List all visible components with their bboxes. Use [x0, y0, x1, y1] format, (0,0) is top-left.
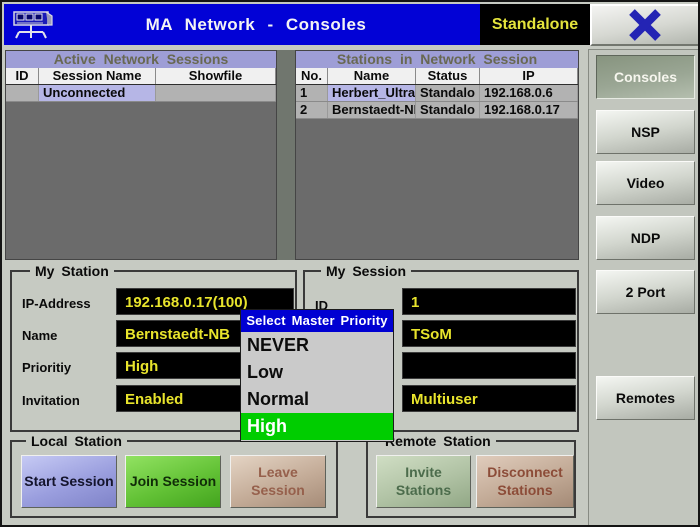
cell-station-no[interactable]: 2	[296, 102, 328, 118]
label-ip-address: IP-Address	[22, 296, 91, 311]
station-row-2[interactable]: 2 Bernstaedt-NB Standalo 192.168.0.17	[296, 102, 578, 119]
sidebar-button-consoles[interactable]: Consoles	[596, 55, 695, 99]
col-header-name[interactable]: Name	[328, 68, 416, 84]
close-icon	[624, 8, 666, 42]
stations-panel: Stations in Network Session No. Name Sta…	[295, 50, 579, 260]
cell-station-ip[interactable]: 192.168.0.17	[480, 102, 578, 118]
remote-station-group: Remote Station Invite Stations Disconnec…	[366, 440, 576, 518]
close-button[interactable]	[590, 4, 700, 46]
col-header-no[interactable]: No.	[296, 68, 328, 84]
sidebar: Consoles NSP Video NDP 2 Port Remotes	[588, 49, 700, 525]
field-session-showfile[interactable]	[402, 352, 576, 379]
network-console-icon	[10, 8, 58, 42]
title-bar: MA Network - Consoles	[4, 4, 480, 45]
cell-station-name[interactable]: Bernstaedt-NB	[328, 102, 416, 118]
sidebar-button-2port[interactable]: 2 Port	[596, 270, 695, 314]
station-row-1[interactable]: 1 Herbert_Ultra Standalo 192.168.0.6	[296, 85, 578, 102]
field-session-mode[interactable]: Multiuser	[402, 385, 576, 412]
standalone-mode-badge: Standalone	[480, 4, 590, 45]
leave-session-button[interactable]: Leave Session	[230, 455, 326, 508]
panel-divider	[277, 50, 295, 260]
my-session-legend: My Session	[321, 263, 411, 279]
priority-option-low[interactable]: Low	[241, 359, 393, 386]
cell-station-status[interactable]: Standalo	[416, 85, 480, 101]
active-sessions-panel: Active Network Sessions ID Session Name …	[5, 50, 277, 260]
window-title: MA Network - Consoles	[4, 15, 480, 35]
label-priority: Prioritiy	[22, 360, 71, 375]
cell-session-id[interactable]	[6, 85, 39, 101]
ma-network-window: MA Network - Consoles Standalone Active …	[0, 0, 700, 527]
local-station-group: Local Station Start Session Join Session…	[10, 440, 338, 518]
disconnect-stations-button[interactable]: Disconnect Stations	[476, 455, 574, 508]
stations-header: No. Name Status IP	[296, 68, 578, 85]
col-header-id[interactable]: ID	[6, 68, 39, 84]
join-session-button[interactable]: Join Session	[125, 455, 221, 508]
cell-session-showfile[interactable]	[156, 85, 276, 101]
field-session-id[interactable]: 1	[402, 288, 576, 315]
col-header-ip[interactable]: IP	[480, 68, 578, 84]
priority-option-never[interactable]: NEVER	[241, 332, 393, 359]
sidebar-button-remotes[interactable]: Remotes	[596, 376, 695, 420]
session-row-unconnected[interactable]: Unconnected	[6, 85, 276, 102]
label-invitation: Invitation	[22, 393, 80, 408]
cell-station-ip[interactable]: 192.168.0.6	[480, 85, 578, 101]
cell-station-no[interactable]: 1	[296, 85, 328, 101]
cell-station-status[interactable]: Standalo	[416, 102, 480, 118]
start-session-button[interactable]: Start Session	[21, 455, 117, 508]
active-sessions-title: Active Network Sessions	[6, 51, 276, 68]
remote-station-legend: Remote Station	[380, 433, 496, 449]
select-master-priority-popup: Select Master Priority NEVER Low Normal …	[240, 309, 394, 442]
cell-session-name[interactable]: Unconnected	[39, 85, 156, 101]
field-session-name[interactable]: TSoM	[402, 320, 576, 347]
col-header-showfile[interactable]: Showfile	[156, 68, 276, 84]
col-header-status[interactable]: Status	[416, 68, 480, 84]
local-station-legend: Local Station	[26, 433, 127, 449]
priority-option-normal[interactable]: Normal	[241, 386, 393, 413]
my-station-legend: My Station	[30, 263, 114, 279]
sidebar-button-video[interactable]: Video	[596, 161, 695, 205]
cell-station-name[interactable]: Herbert_Ultra	[328, 85, 416, 101]
invite-stations-button[interactable]: Invite Stations	[376, 455, 471, 508]
priority-option-high[interactable]: High	[241, 413, 393, 440]
col-header-session-name[interactable]: Session Name	[39, 68, 156, 84]
active-sessions-header: ID Session Name Showfile	[6, 68, 276, 85]
popup-title: Select Master Priority	[241, 310, 393, 332]
label-name: Name	[22, 328, 57, 343]
stations-title: Stations in Network Session	[296, 51, 578, 68]
sidebar-button-nsp[interactable]: NSP	[596, 110, 695, 154]
sidebar-button-ndp[interactable]: NDP	[596, 216, 695, 260]
